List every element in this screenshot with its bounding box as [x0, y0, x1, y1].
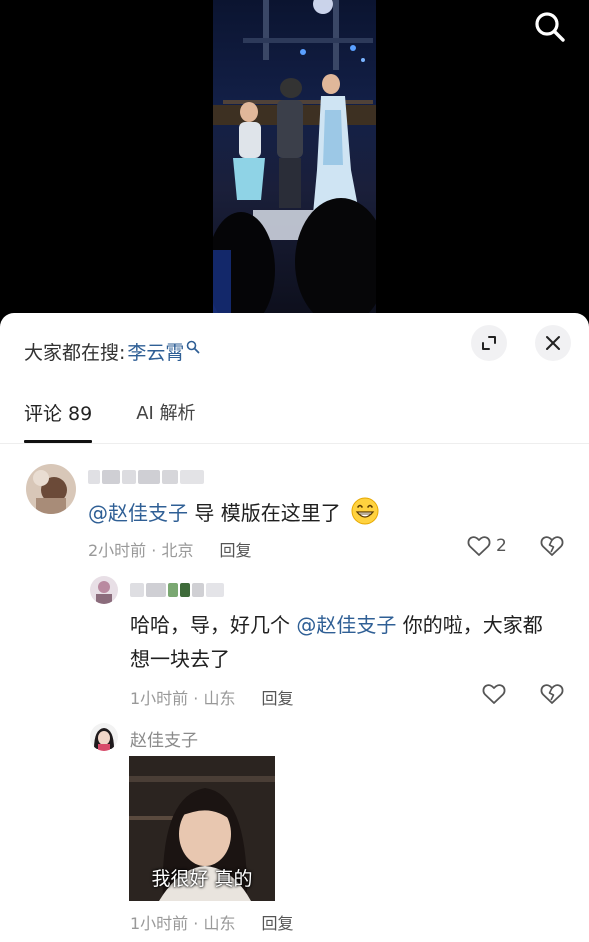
reply-body-start: 哈哈，导，好几个: [130, 613, 297, 637]
sticker-image[interactable]: 我很好 真的: [129, 756, 275, 901]
broken-heart-icon: [540, 536, 564, 556]
sticker-caption: 我很好 真的: [151, 868, 253, 890]
tab-bar: 评论 89 AI 解析: [24, 399, 196, 443]
tab-comments[interactable]: 评论 89: [24, 399, 93, 443]
video-player[interactable]: [0, 0, 589, 330]
reply-meta: 1小时前 · 山东 回复: [130, 910, 293, 934]
expand-icon: [482, 336, 496, 350]
mention-link[interactable]: @赵佳支子: [88, 501, 188, 525]
comment-meta: 2小时前 · 北京 回复: [88, 537, 251, 561]
video-stage-image: [213, 0, 376, 315]
reply-meta: 1小时前 · 山东 回复: [130, 685, 293, 709]
comment-time-location: 2小时前 · 北京: [88, 541, 194, 560]
trending-search[interactable]: 大家都在搜: 李云霄: [24, 335, 200, 367]
username-blurred[interactable]: [88, 468, 204, 486]
comment-body: 导 模版在这里了: [188, 501, 341, 525]
reply-text: 哈哈，导，好几个 @赵佳支子 你的啦，大家都想一块去了: [130, 608, 560, 676]
reply-button[interactable]: 回复: [261, 685, 293, 709]
like-button[interactable]: 2: [467, 535, 507, 557]
like-count: 2: [496, 536, 507, 556]
reply-avatar[interactable]: [90, 723, 118, 751]
video-frame[interactable]: [213, 0, 376, 315]
search-icon[interactable]: [533, 10, 567, 44]
trending-prefix: 大家都在搜:: [24, 341, 126, 364]
reply-author-name[interactable]: 赵佳支子: [130, 726, 198, 751]
grin-emoji-icon: [351, 497, 379, 525]
like-button[interactable]: [482, 683, 506, 705]
broken-heart-icon: [540, 684, 564, 704]
reply-button[interactable]: 回复: [261, 910, 293, 934]
reply-avatar[interactable]: [90, 576, 118, 604]
comment-sheet: 大家都在搜: 李云霄 评论 89 AI 解析 @赵佳支子 导 模版在这里了 2小…: [0, 313, 589, 942]
trending-keyword[interactable]: 李云霄: [127, 338, 184, 365]
close-icon: [546, 336, 560, 350]
comment-text: @赵佳支子 导 模版在这里了: [88, 495, 379, 531]
mention-link[interactable]: @赵佳支子: [296, 613, 396, 637]
heart-icon: [482, 684, 506, 704]
close-button[interactable]: [535, 325, 571, 361]
reply-time-location: 1小时前 · 山东: [130, 914, 236, 933]
dislike-button[interactable]: [540, 683, 564, 709]
small-search-icon: [187, 340, 200, 354]
tab-ai-analysis[interactable]: AI 解析: [136, 399, 195, 443]
heart-icon: [467, 536, 491, 556]
tabs-divider: [0, 443, 589, 444]
expand-button[interactable]: [471, 325, 507, 361]
reply-button[interactable]: 回复: [219, 537, 251, 561]
reply-time-location: 1小时前 · 山东: [130, 689, 236, 708]
avatar[interactable]: [26, 464, 76, 514]
reply-username-blurred[interactable]: [130, 581, 224, 599]
dislike-button[interactable]: [540, 535, 564, 561]
